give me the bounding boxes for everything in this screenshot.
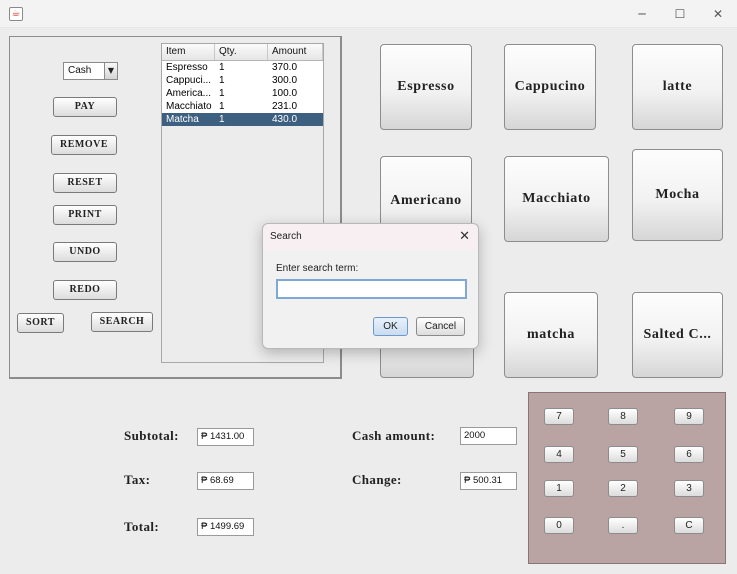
key-decimal[interactable]: . xyxy=(608,517,638,534)
change-field[interactable]: ₱ 500.31 xyxy=(460,472,517,490)
cell-qty: 1 xyxy=(219,75,225,86)
window-titlebar: ☕ ─ ☐ ✕ xyxy=(0,0,737,28)
close-window-button[interactable]: ✕ xyxy=(703,4,733,24)
key-4[interactable]: 4 xyxy=(544,446,574,463)
cell-qty: 1 xyxy=(219,88,225,99)
cell-item: Espresso xyxy=(166,62,208,73)
sort-button[interactable]: SORT xyxy=(17,313,64,333)
tax-field[interactable]: ₱ 68.69 xyxy=(197,472,254,490)
product-button-latte[interactable]: latte xyxy=(632,44,723,130)
pay-button[interactable]: PAY xyxy=(53,97,117,117)
column-header-item[interactable]: Item xyxy=(162,44,215,60)
key-clear[interactable]: C xyxy=(674,517,704,534)
table-header: Item Qty. Amount xyxy=(162,44,323,61)
cell-amount: 370.0 xyxy=(272,62,298,73)
product-button-matcha[interactable]: matcha xyxy=(504,292,598,378)
cell-amount: 300.0 xyxy=(272,75,298,86)
ok-button[interactable]: OK xyxy=(373,317,408,336)
cell-amount: 231.0 xyxy=(272,101,298,112)
print-button[interactable]: PRINT xyxy=(53,205,117,225)
chevron-down-icon[interactable]: ▼ xyxy=(104,63,117,79)
cell-qty: 1 xyxy=(219,114,225,125)
cancel-button[interactable]: Cancel xyxy=(416,317,465,336)
minimize-button[interactable]: ─ xyxy=(627,4,657,24)
key-9[interactable]: 9 xyxy=(674,408,704,425)
key-7[interactable]: 7 xyxy=(544,408,574,425)
product-button-cappucino[interactable]: Cappucino xyxy=(504,44,596,130)
search-button[interactable]: SEARCH xyxy=(91,312,153,332)
cell-amount: 100.0 xyxy=(272,88,298,99)
search-input[interactable] xyxy=(276,279,467,299)
key-6[interactable]: 6 xyxy=(674,446,704,463)
subtotal-label: Subtotal: xyxy=(124,428,179,443)
table-row[interactable]: America... 1 100.0 xyxy=(162,87,323,100)
java-icon: ☕ xyxy=(9,7,23,21)
cell-item: Matcha xyxy=(166,114,199,125)
cell-amount: 430.0 xyxy=(272,114,298,125)
product-button-salted-caramel[interactable]: Salted C... xyxy=(632,292,723,378)
key-5[interactable]: 5 xyxy=(608,446,638,463)
close-icon[interactable]: ✕ xyxy=(459,230,470,244)
cash-amount-label: Cash amount: xyxy=(352,428,436,443)
key-1[interactable]: 1 xyxy=(544,480,574,497)
product-button-espresso[interactable]: Espresso xyxy=(380,44,472,130)
key-3[interactable]: 3 xyxy=(674,480,704,497)
cell-item: America... xyxy=(166,88,212,99)
key-8[interactable]: 8 xyxy=(608,408,638,425)
cell-qty: 1 xyxy=(219,62,225,73)
column-header-amount[interactable]: Amount xyxy=(268,44,323,60)
key-2[interactable]: 2 xyxy=(608,480,638,497)
payment-method-value: Cash xyxy=(68,65,92,76)
reset-button[interactable]: RESET xyxy=(53,173,117,193)
numeric-keypad: 7 8 9 4 5 6 1 2 3 0 . C xyxy=(528,392,726,564)
column-header-qty[interactable]: Qty. xyxy=(215,44,268,60)
subtotal-field[interactable]: ₱ 1431.00 xyxy=(197,428,254,446)
product-button-mocha[interactable]: Mocha xyxy=(632,149,723,241)
total-label: Total: xyxy=(124,519,160,534)
product-button-macchiato[interactable]: Macchiato xyxy=(504,156,609,242)
change-label: Change: xyxy=(352,472,402,487)
table-row[interactable]: Espresso 1 370.0 xyxy=(162,61,323,74)
table-row[interactable]: Macchiato 1 231.0 xyxy=(162,100,323,113)
table-row-selected[interactable]: Matcha 1 430.0 xyxy=(162,113,323,126)
total-field[interactable]: ₱ 1499.69 xyxy=(197,518,254,536)
table-row[interactable]: Cappuci... 1 300.0 xyxy=(162,74,323,87)
search-prompt: Enter search term: xyxy=(276,263,359,274)
cell-item: Cappuci... xyxy=(166,75,212,86)
dialog-title: Search xyxy=(263,224,478,250)
tax-label: Tax: xyxy=(124,472,151,487)
payment-method-select[interactable]: Cash ▼ xyxy=(63,62,118,80)
undo-button[interactable]: UNDO xyxy=(53,242,117,262)
cell-item: Macchiato xyxy=(166,101,212,112)
maximize-button[interactable]: ☐ xyxy=(665,4,695,24)
redo-button[interactable]: REDO xyxy=(53,280,117,300)
cell-qty: 1 xyxy=(219,101,225,112)
search-dialog: Search ✕ Enter search term: OK Cancel xyxy=(262,223,479,349)
cash-amount-field[interactable]: 2000 xyxy=(460,427,517,445)
key-0[interactable]: 0 xyxy=(544,517,574,534)
remove-button[interactable]: REMOVE xyxy=(51,135,117,155)
